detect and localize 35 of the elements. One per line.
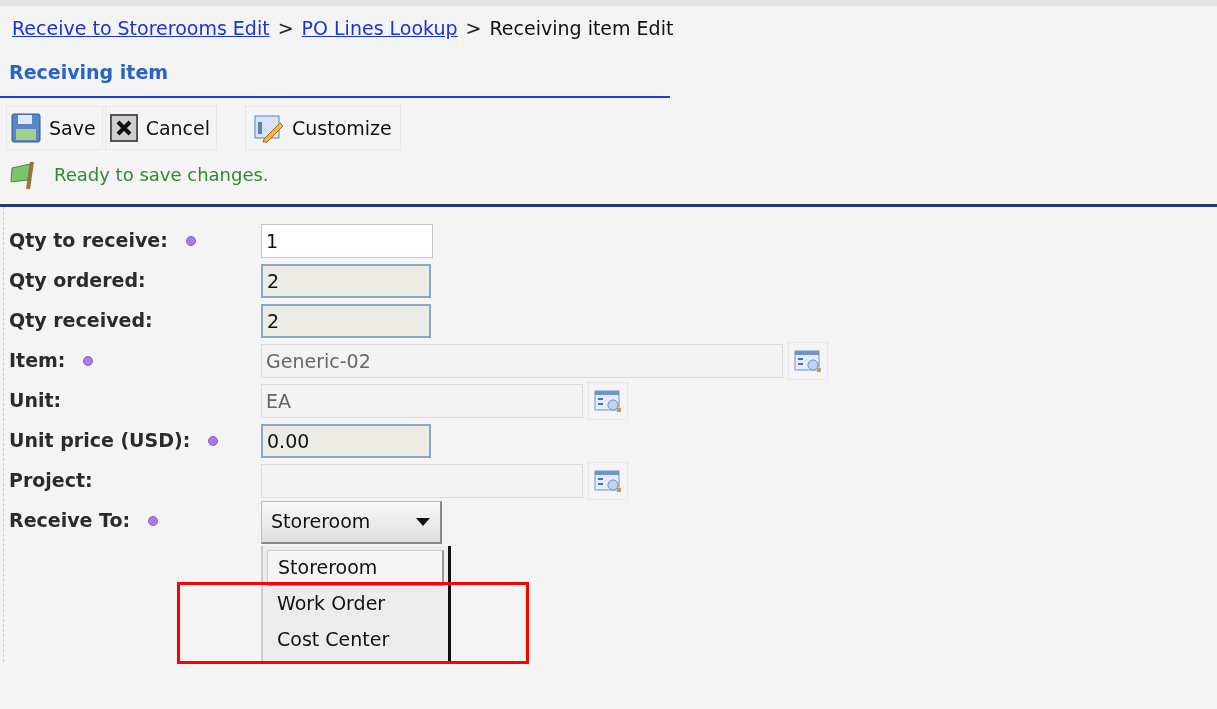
field-label: Unit: bbox=[9, 388, 62, 414]
lookup-button[interactable] bbox=[588, 461, 628, 500]
cancel-button[interactable]: Cancel bbox=[104, 106, 217, 150]
caret-icon bbox=[416, 517, 430, 526]
field-label: Qty to receive: bbox=[9, 228, 168, 254]
input-field[interactable]: EA bbox=[261, 383, 583, 418]
dropdown-option[interactable]: Storeroom bbox=[267, 549, 444, 586]
field-label: Receive To: bbox=[9, 508, 131, 534]
input-field[interactable]: 2 bbox=[261, 263, 431, 298]
save-button[interactable]: Save bbox=[6, 106, 103, 150]
breadcrumb-link[interactable]: Receive to Storerooms Edit bbox=[12, 13, 270, 43]
field-label: Qty ordered: bbox=[9, 268, 146, 294]
breadcrumb-separator: > bbox=[465, 15, 482, 41]
save-icon bbox=[11, 113, 41, 143]
field-label: Unit price (USD): bbox=[9, 428, 191, 454]
breadcrumb-separator: > bbox=[277, 15, 294, 41]
lookup-button[interactable] bbox=[588, 381, 628, 420]
dropdown-option[interactable]: Work Order bbox=[267, 585, 444, 622]
close-icon bbox=[109, 114, 138, 142]
field-label: Item: bbox=[9, 348, 66, 374]
dropdown-option[interactable]: Cost Center bbox=[267, 621, 444, 658]
field-label: Project: bbox=[9, 468, 93, 494]
field-label: Qty received: bbox=[9, 308, 153, 334]
input-field[interactable]: 2 bbox=[261, 303, 431, 338]
dropdown[interactable]: Storeroom bbox=[261, 500, 442, 544]
input-field[interactable]: 1 bbox=[261, 223, 433, 258]
customize-button[interactable]: Customize bbox=[245, 106, 401, 150]
lookup-button[interactable] bbox=[788, 341, 828, 380]
input-field[interactable]: Generic-02 bbox=[261, 343, 783, 378]
form-pencil-icon bbox=[254, 113, 284, 143]
status-message: Ready to save changes. bbox=[54, 163, 269, 187]
breadcrumb-link[interactable]: PO Lines Lookup bbox=[301, 13, 458, 43]
input-field[interactable]: 0.00 bbox=[261, 423, 431, 458]
breadcrumb-current: Receiving item Edit bbox=[489, 15, 674, 41]
section-title: Receiving item bbox=[9, 61, 169, 83]
